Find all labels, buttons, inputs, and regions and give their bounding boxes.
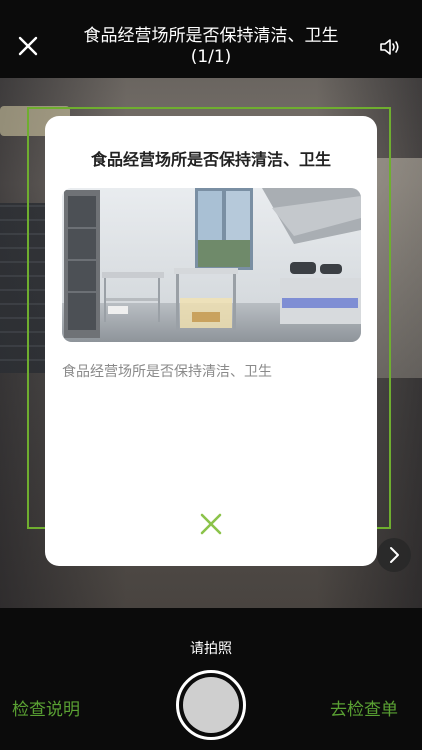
bottom-bar: 请拍照 检查说明 去检查单 [0,608,422,750]
reference-photo [62,188,361,342]
capture-hint: 请拍照 [190,641,232,657]
dialog-title: 食品经营场所是否保持清洁、卫生 [90,150,331,169]
speaker-icon[interactable] [378,36,402,58]
go-to-checklist-link[interactable]: 去检查单 [330,695,398,720]
page-title: 食品经营场所是否保持清洁、卫生 (1/1) [60,26,362,68]
inspection-instructions-link[interactable]: 检查说明 [12,695,80,720]
title-text: 食品经营场所是否保持清洁、卫生 [83,26,339,46]
dialog-description: 食品经营场所是否保持清洁、卫生 [62,364,272,380]
close-icon[interactable] [198,511,224,537]
shutter-button[interactable] [176,670,246,740]
chevron-right-icon[interactable] [377,538,411,572]
reference-dialog: 食品经营场所是否保持清洁、卫生 食品经营场所是否保持清洁、卫生 [45,116,377,566]
shutter-inner [183,677,239,733]
title-counter: (1/1) [190,47,232,67]
close-icon[interactable] [14,32,42,60]
top-bar: 食品经营场所是否保持清洁、卫生 (1/1) [0,0,422,78]
